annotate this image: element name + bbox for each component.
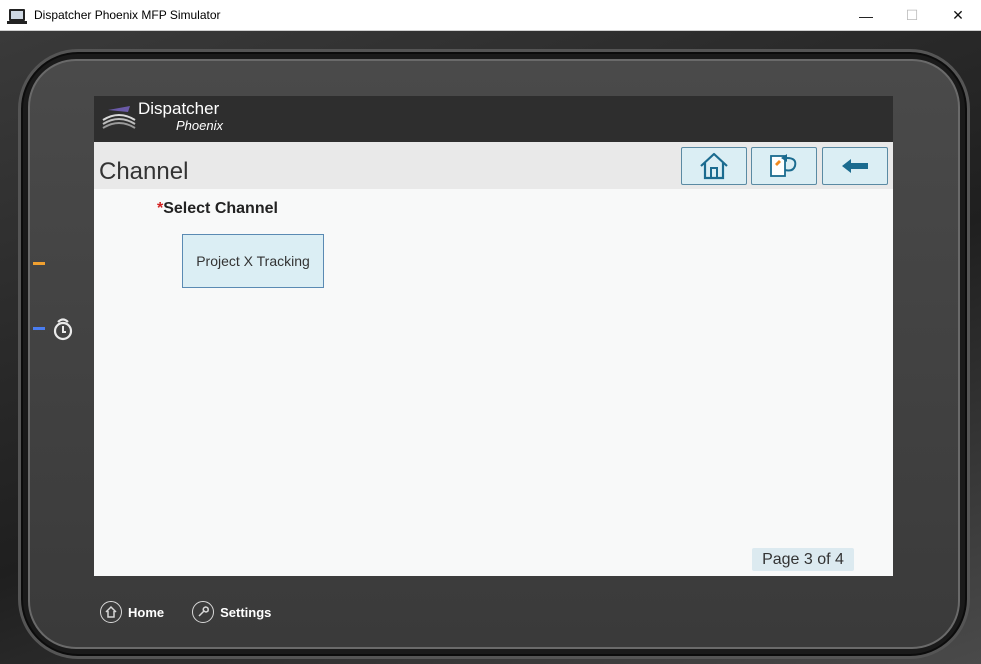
device-settings-label: Settings (220, 604, 272, 620)
select-channel-label: *Select Channel (157, 200, 278, 218)
power-icon[interactable] (51, 316, 75, 342)
device-screen: Dispatcher Phoenix Channel *Select Chann… (94, 96, 893, 576)
app-header: Dispatcher Phoenix (94, 96, 893, 142)
status-led-blue (33, 327, 45, 330)
minimize-button[interactable]: — (843, 0, 889, 31)
home-icon (700, 152, 728, 180)
close-button[interactable]: ✕ (935, 0, 981, 31)
window-controls: — ☐ ✕ (843, 0, 981, 31)
switch-workflow-button[interactable] (751, 147, 817, 185)
back-arrow-icon (842, 159, 868, 173)
dispatcher-logo-icon (102, 106, 136, 129)
device-home-label: Home (128, 604, 165, 620)
device-home-icon (100, 601, 122, 623)
page-title: Channel (99, 158, 189, 185)
app-window-icon (7, 9, 27, 24)
window-titlebar: Dispatcher Phoenix MFP Simulator — ☐ ✕ (0, 0, 981, 31)
brand-name: Dispatcher (138, 99, 220, 118)
page-indicator: Page 3 of 4 (752, 548, 854, 571)
select-channel-text: Select Channel (163, 200, 278, 217)
status-led-orange (33, 262, 45, 265)
back-button[interactable] (822, 147, 888, 185)
brand-subtitle: Phoenix (176, 118, 223, 133)
home-button[interactable] (681, 147, 747, 185)
channel-option-project-x-tracking[interactable]: Project X Tracking (182, 234, 324, 288)
maximize-button[interactable]: ☐ (889, 0, 935, 31)
window-title: Dispatcher Phoenix MFP Simulator (34, 8, 221, 22)
wrench-icon (192, 601, 215, 623)
device-home-button[interactable]: Home (100, 601, 164, 623)
device-settings-button[interactable]: Settings (192, 601, 271, 623)
device-bottom-bar: Home Settings (100, 600, 299, 624)
switch-icon (770, 154, 797, 177)
